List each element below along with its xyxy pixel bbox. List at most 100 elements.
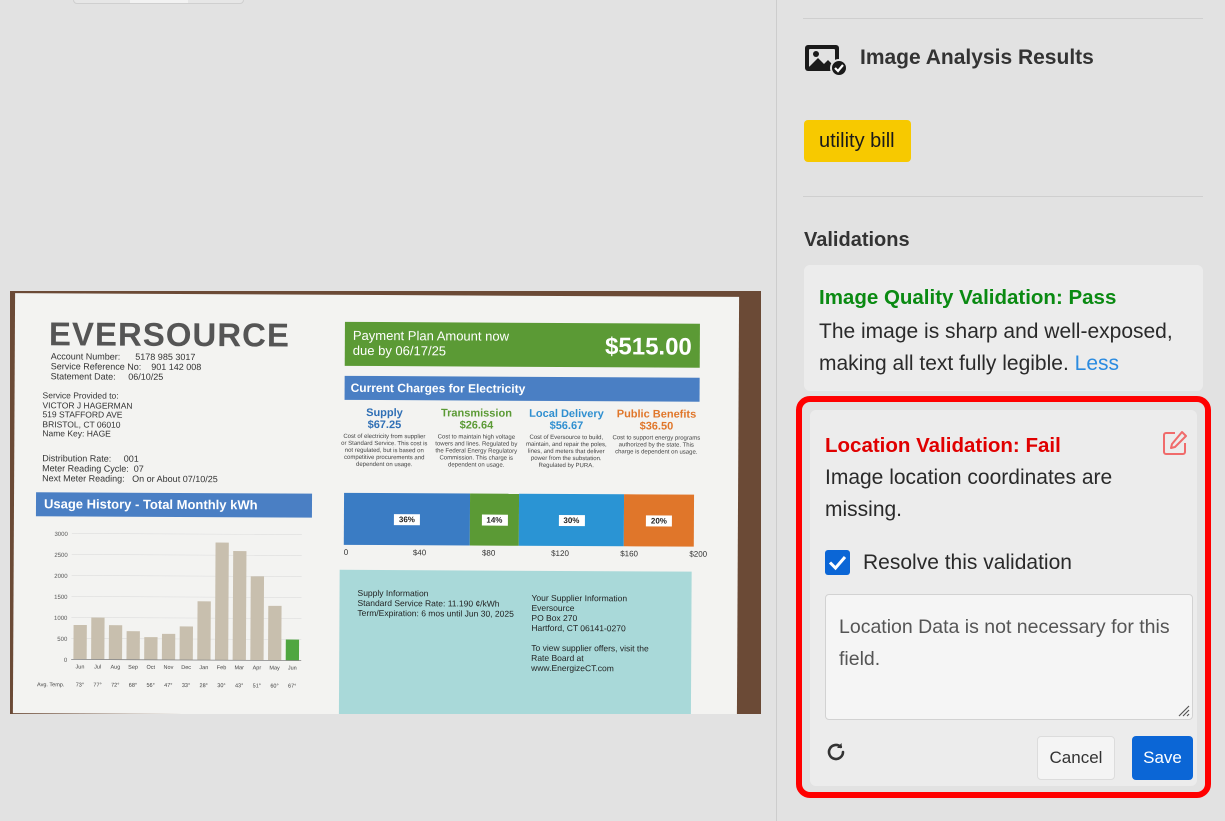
avg-temp-label: 60° (270, 683, 278, 689)
distribution-info: Distribution Rate: 001 Meter Reading Cyc… (42, 453, 218, 485)
usage-bar (91, 617, 105, 660)
usage-bar (73, 624, 87, 660)
charge-axis-label: $120 (551, 548, 569, 559)
charge-axis-label: $80 (481, 548, 496, 558)
x-tick-label: Jul (94, 665, 101, 671)
resize-grip-icon[interactable] (1176, 703, 1190, 717)
charge-percent-label: 30% (558, 514, 585, 527)
charge-axis-label: $160 (620, 549, 639, 559)
service-address: Service Provided to: VICTOR J HAGERMAN 5… (42, 390, 133, 439)
supply-info-box: Supply Information Standard Service Rate… (338, 569, 692, 714)
charge-desc: Cost to maintain high voltage towers and… (435, 434, 518, 469)
analysis-panel: Image Analysis Results utility bill Vali… (776, 0, 1225, 821)
charge-amount: $26.64 (459, 419, 494, 432)
avg-temp-label: 30° (217, 683, 225, 689)
avg-temp-label: 67° (288, 684, 296, 690)
charge-percent-label: 36% (393, 514, 420, 526)
y-tick-label: 2500 (54, 553, 68, 559)
x-tick-label: Jun (288, 666, 297, 672)
x-tick-label: Apr (253, 665, 262, 671)
usage-bar (126, 631, 140, 660)
charges-percent-bar: 36% 14% 30% 20% (343, 492, 695, 547)
avg-temp-label: 47° (164, 683, 172, 689)
x-tick-label: May (269, 665, 280, 671)
charges-axis: 0 $40 $80 $120 $160 $200 (343, 547, 708, 562)
account-info: Account Number: 5178 985 3017 Service Re… (50, 351, 202, 382)
resolution-note-field[interactable]: Location Data is not necessary for this … (825, 594, 1193, 720)
x-tick-label: Oct (146, 665, 155, 671)
supplier-information: Your Supplier Information Eversource PO … (531, 592, 649, 674)
charge-percent-segment: 14% (469, 493, 520, 546)
validation-title: Location Validation: Fail (825, 434, 1061, 457)
usage-bar (268, 605, 282, 661)
view-toggle-active-segment[interactable] (130, 0, 188, 3)
charge-percent-segment: 20% (623, 494, 695, 547)
usage-bar (232, 551, 247, 661)
usage-history-title: Usage History - Total Monthly kWh (35, 492, 313, 518)
divider (803, 18, 1203, 19)
bill-paper: EVERSOURCE Account Number: 5178 985 3017… (12, 293, 740, 714)
view-toggle[interactable] (73, 0, 244, 4)
x-tick-label: Jan (199, 665, 208, 671)
gridline (71, 596, 302, 598)
edit-icon[interactable] (1161, 429, 1189, 457)
eversource-logo: EVERSOURCE (48, 315, 291, 354)
gridline (71, 575, 302, 577)
charge-amount: $36.50 (639, 420, 674, 433)
charge-name: Transmission (440, 407, 512, 420)
panel-header: Image Analysis Results (804, 43, 1204, 77)
charge-amount: $67.25 (367, 418, 402, 432)
y-tick-label: 2000 (54, 574, 68, 580)
x-tick-label: Nov (164, 665, 174, 671)
validation-message: Image location coordinates are missing. (825, 466, 1113, 521)
avg-temp-label: 72° (111, 683, 119, 689)
charges-breakdown: Supply $67.25 Cost of electricity from s… (340, 407, 702, 479)
gridline (71, 533, 302, 535)
charge-desc: Cost of electricity from supplier or Sta… (341, 433, 428, 469)
charge-local-delivery: Local Delivery $56.67 Cost of Eversource… (522, 408, 610, 470)
image-preview-area: EVERSOURCE Account Number: 5178 985 3017… (0, 0, 776, 821)
validation-title: Image Quality Validation: Pass (819, 286, 1117, 309)
payment-plan-label: Payment Plan Amount now due by 06/17/25 (352, 327, 510, 359)
gridline (71, 554, 302, 556)
charge-axis-label: $200 (689, 549, 708, 559)
resolve-label[interactable]: Resolve this validation (863, 551, 1072, 575)
avg-temp-label: 73° (76, 682, 84, 688)
validation-message: The image is sharp and well-exposed, mak… (819, 316, 1189, 380)
refresh-icon[interactable] (824, 740, 848, 764)
usage-bar (285, 639, 300, 661)
x-tick-label: Mar (234, 665, 244, 671)
uploaded-bill-image: EVERSOURCE Account Number: 5178 985 3017… (10, 291, 761, 714)
avg-temp-label: 51° (253, 683, 261, 689)
resolution-note-text[interactable]: Location Data is not necessary for this … (839, 611, 1179, 675)
location-validation-highlight: Location Validation: Fail Image location… (796, 396, 1211, 798)
usage-bar (161, 633, 176, 660)
avg-temp-label: 28° (200, 683, 208, 689)
save-button[interactable]: Save (1132, 736, 1193, 780)
x-tick-label: Feb (217, 665, 227, 671)
charge-name: Supply (366, 406, 403, 420)
payment-amount: $515.00 (604, 333, 692, 361)
validation-message-text: The image is sharp and well-exposed, mak… (819, 320, 1173, 375)
usage-bar (214, 542, 229, 661)
y-tick-label: 3000 (54, 532, 68, 538)
avg-temp-heading: Avg. Temp. (37, 682, 65, 688)
charge-name: Local Delivery (529, 407, 604, 421)
y-tick-label: 1500 (54, 595, 68, 601)
divider (803, 196, 1203, 197)
x-tick-label: Aug (110, 665, 120, 671)
y-tick-label: 1000 (54, 616, 68, 622)
payment-plan-box: Payment Plan Amount now due by 06/17/25 … (344, 321, 700, 368)
y-tick-label: 500 (57, 637, 68, 643)
charge-percent-segment: 36% (343, 492, 471, 546)
usage-bar (144, 637, 158, 660)
validations-heading: Validations (804, 229, 910, 251)
usage-bar (250, 576, 265, 661)
charge-axis-label: 0 (343, 547, 349, 557)
panel-title: Image Analysis Results (860, 46, 1094, 69)
avg-temp-label: 56° (146, 683, 154, 689)
resolve-checkbox[interactable] (825, 550, 850, 575)
less-link[interactable]: Less (1075, 352, 1119, 375)
cancel-button[interactable]: Cancel (1037, 736, 1115, 780)
avg-temp-label: 68° (129, 683, 137, 689)
